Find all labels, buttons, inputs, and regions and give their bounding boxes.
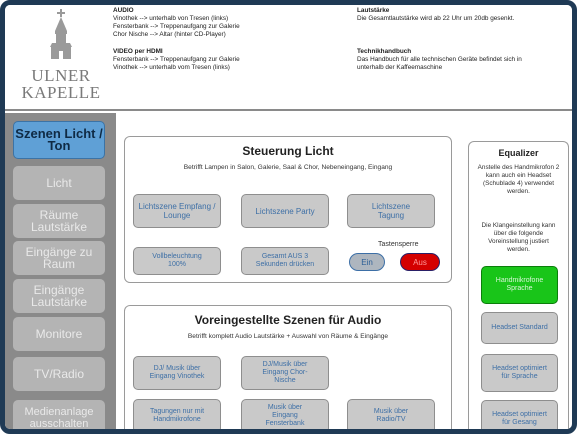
lichtszene-empfang-button[interactable]: Lichtszene Empfang / Lounge bbox=[133, 194, 221, 228]
header-lautstaerke: Lautstärke Die Gesamtlautstärke wird ab … bbox=[357, 7, 569, 23]
eq-headset-standard-button[interactable]: Headset Standard bbox=[481, 312, 558, 344]
sidebar-item-szenen[interactable]: Szenen Licht / Ton bbox=[13, 121, 105, 159]
equalizer-text-headset: Anstelle des Handmikrofon 2 kann auch ei… bbox=[477, 164, 560, 195]
header-audio-line: Vinothek --> unterhalb von Tresen (links… bbox=[113, 15, 229, 22]
eq-headset-sprache-button[interactable]: Headset optimiert für Sprache bbox=[481, 354, 558, 392]
sidebar-item-licht[interactable]: Licht bbox=[13, 166, 105, 200]
audio-title: Voreingestellte Szenen für Audio bbox=[194, 313, 382, 327]
audio-radio-tv-button[interactable]: Musik über Radio/TV bbox=[347, 399, 435, 429]
header-video-title: VIDEO per HDMI bbox=[113, 48, 163, 55]
equalizer-text-klang: Die Klangeinstellung kann über die folge… bbox=[481, 222, 556, 253]
header-handbuch-line: Das Handbuch für alle technischen Geräte… bbox=[357, 56, 522, 63]
header-handbuch-line: unterhalb der Kaffeemaschine bbox=[357, 64, 443, 71]
header: ULNER KAPELLE AUDIO Vinothek --> unterha… bbox=[5, 5, 572, 111]
sidebar-item-medienanlage-aus[interactable]: Medienanlage ausschalten bbox=[13, 400, 105, 429]
gesamt-aus-button[interactable]: Gesamt AUS 3 Sekunden drücken bbox=[241, 247, 329, 275]
audio-panel: Voreingestellte Szenen für Audio Betriff… bbox=[124, 305, 452, 429]
logo-line-2: KAPELLE bbox=[21, 83, 101, 102]
header-video: VIDEO per HDMI Fensterbank --> Treppenau… bbox=[113, 48, 333, 72]
header-lautstaerke-line: Die Gesamtlautstärke wird ab 22 Uhr um 2… bbox=[357, 15, 515, 22]
header-audio-line: Chor Nische --> Altar (hinter CD-Player) bbox=[113, 31, 226, 38]
tastensperre-label: Tastensperre bbox=[378, 241, 419, 248]
audio-tagungen-button[interactable]: Tagungen nur mit Handmikrofone bbox=[133, 399, 221, 429]
sidebar-item-eingaenge-raum[interactable]: Eingänge zu Raum bbox=[13, 241, 105, 275]
header-video-line: Fensterbank --> Treppenaufgang zur Galer… bbox=[113, 56, 240, 63]
lichtszene-party-button[interactable]: Lichtszene Party bbox=[241, 194, 329, 228]
audio-dj-vinothek-button[interactable]: DJ/ Musik über Eingang Vinothek bbox=[133, 356, 221, 390]
licht-subtitle: Betrifft Lampen in Salon, Galerie, Saal … bbox=[183, 164, 393, 171]
app-frame: ULNER KAPELLE AUDIO Vinothek --> unterha… bbox=[0, 0, 577, 434]
logo-line-1: ULNER bbox=[31, 66, 91, 85]
equalizer-panel: Equalizer Anstelle des Handmikrofon 2 ka… bbox=[468, 141, 569, 429]
header-video-line: Vinothek --> unterhalb vom Tresen (links… bbox=[113, 64, 230, 71]
sidebar-item-eingaenge-lautstaerke[interactable]: Eingänge Lautstärke bbox=[13, 279, 105, 313]
sidebar-item-tv-radio[interactable]: TV/Radio bbox=[13, 357, 105, 391]
header-audio-title: AUDIO bbox=[113, 7, 134, 14]
audio-dj-chornische-button[interactable]: DJ/Musik über Eingang Chor-Nische bbox=[241, 356, 329, 390]
chapel-tower-icon bbox=[50, 9, 72, 59]
tastensperre-ein-button[interactable]: Ein bbox=[349, 253, 385, 271]
sidebar-item-raeume-lautstaerke[interactable]: Räume Lautstärke bbox=[13, 204, 105, 238]
sidebar-item-monitore[interactable]: Monitore bbox=[13, 317, 105, 351]
audio-subtitle: Betrifft komplett Audio Lautstärke + Aus… bbox=[187, 333, 389, 340]
header-lautstaerke-title: Lautstärke bbox=[357, 7, 390, 14]
tastensperre-aus-button[interactable]: Aus bbox=[400, 253, 440, 271]
equalizer-title: Equalizer bbox=[498, 148, 539, 158]
header-audio: AUDIO Vinothek --> unterhalb von Tresen … bbox=[113, 7, 333, 39]
licht-panel: Steuerung Licht Betrifft Lampen in Salon… bbox=[124, 136, 452, 283]
audio-fensterbank-button[interactable]: Musik über Eingang Fensterbank bbox=[241, 399, 329, 429]
lichtszene-tagung-button[interactable]: Lichtszene Tagung bbox=[347, 194, 435, 228]
sidebar: Szenen Licht / Ton Licht Räume Lautstärk… bbox=[5, 113, 116, 429]
header-handbuch: Technikhandbuch Das Handbuch für alle te… bbox=[357, 48, 569, 72]
vollbeleuchtung-button[interactable]: Vollbeleuchtung 100% bbox=[133, 247, 221, 275]
eq-handmikrofone-sprache-button[interactable]: Handmikrofone Sprache bbox=[481, 266, 558, 304]
header-handbuch-title: Technikhandbuch bbox=[357, 48, 412, 55]
header-audio-line: Fensterbank --> Treppenaufgang zur Galer… bbox=[113, 23, 240, 30]
licht-title: Steuerung Licht bbox=[242, 144, 334, 158]
logo: ULNER KAPELLE bbox=[11, 9, 111, 109]
eq-headset-gesang-button[interactable]: Headset optimiert für Gesang bbox=[481, 400, 558, 429]
